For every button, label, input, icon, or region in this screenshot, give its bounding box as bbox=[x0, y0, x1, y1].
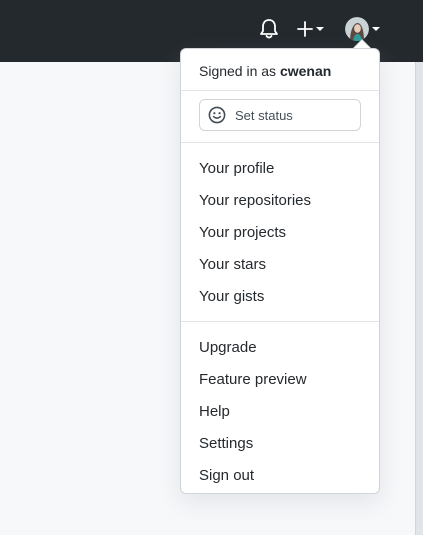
menu-item-your-projects[interactable]: Your projects bbox=[199, 221, 361, 245]
menu-item-your-stars[interactable]: Your stars bbox=[199, 253, 361, 277]
menu-item-your-profile[interactable]: Your profile bbox=[199, 157, 361, 181]
chevron-down-icon bbox=[316, 27, 324, 31]
menu-item-help[interactable]: Help bbox=[199, 400, 361, 424]
menu-item-feature-preview[interactable]: Feature preview bbox=[199, 368, 361, 392]
menu-item-settings[interactable]: Settings bbox=[199, 432, 361, 456]
menu-item-upgrade[interactable]: Upgrade bbox=[199, 336, 361, 360]
menu-item-sign-out[interactable]: Sign out bbox=[199, 464, 361, 488]
user-menu[interactable] bbox=[345, 17, 380, 41]
divider bbox=[181, 142, 379, 143]
signed-in-label: Signed in as bbox=[199, 63, 277, 79]
bell-icon[interactable] bbox=[259, 18, 279, 40]
divider bbox=[181, 90, 379, 91]
menu-item-your-repositories[interactable]: Your repositories bbox=[199, 189, 361, 213]
signed-in-header: Signed in as cwenan bbox=[199, 62, 331, 80]
user-dropdown-menu: Signed in as cwenan Set status Your prof… bbox=[180, 48, 380, 494]
smiley-icon bbox=[208, 106, 226, 124]
menu-item-your-gists[interactable]: Your gists bbox=[199, 285, 361, 309]
divider bbox=[181, 321, 379, 322]
set-status-label: Set status bbox=[235, 107, 293, 123]
chevron-down-icon bbox=[372, 27, 380, 31]
plus-icon bbox=[297, 21, 313, 37]
set-status-button[interactable]: Set status bbox=[199, 99, 361, 131]
scrollbar-track[interactable] bbox=[415, 62, 423, 535]
username: cwenan bbox=[279, 63, 332, 79]
dropdown-caret bbox=[354, 40, 370, 48]
create-new-menu[interactable] bbox=[297, 19, 324, 39]
avatar bbox=[345, 17, 369, 41]
